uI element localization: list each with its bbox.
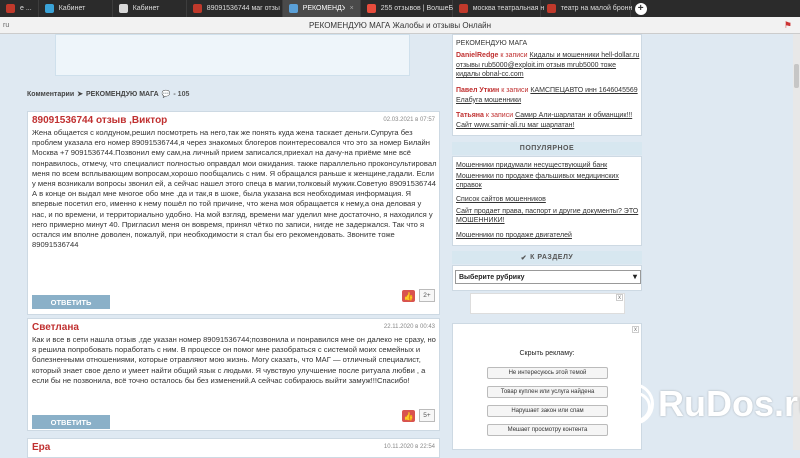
tab-favicon bbox=[458, 4, 468, 13]
recent-comments-box: РЕКОМЕНДУЮ МАГА DanielRedge к записи Кид… bbox=[452, 34, 642, 136]
comment-date: 02.03.2021 в 07:57 bbox=[383, 117, 435, 123]
tab-3[interactable]: 89091536744 маг отзы bbox=[187, 0, 283, 17]
section-header: ✔ К РАЗДЕЛУ bbox=[452, 251, 642, 264]
recent-comment-item: Татьяна к записи Самир Али-шарлатан и об… bbox=[456, 111, 640, 130]
comments-bubble-icon: 💬 bbox=[161, 91, 171, 98]
page-title: РЕКОМЕНДУЮ МАГА Жалобы и отзывы Онлайн bbox=[308, 20, 492, 30]
comment-card: Светлана 22.11.2020 в 00:43 Как и все в … bbox=[27, 318, 440, 431]
close-icon[interactable]: x bbox=[616, 294, 623, 301]
popular-header: ПОПУЛЯРНОЕ bbox=[452, 142, 642, 155]
tab-1[interactable]: Кабинет bbox=[39, 0, 113, 17]
location-pin-icon: ✔ bbox=[520, 254, 528, 262]
tab-6[interactable]: москва театральная н bbox=[453, 0, 544, 17]
tab-label: Кабинет bbox=[58, 5, 86, 12]
chevron-down-icon: ▾ bbox=[632, 272, 637, 281]
like-count: 5+ bbox=[419, 409, 435, 422]
tab-label: 255 отзывов | ВолшеБ bbox=[380, 5, 454, 12]
tab-5[interactable]: 255 отзывов | ВолшеБ bbox=[361, 0, 453, 17]
recent-sep: к записи bbox=[500, 52, 528, 59]
browser-tab-bar: е ... Кабинет Кабинет 89091536744 маг от… bbox=[0, 0, 800, 17]
comment-count: - 105 bbox=[173, 90, 190, 98]
tab-favicon bbox=[192, 4, 202, 13]
recent-sep: к записи bbox=[485, 112, 514, 119]
address-bar: ru РЕКОМЕНДУЮ МАГА Жалобы и отзывы Онлай… bbox=[0, 17, 800, 34]
comment-text: Жена общается с колдуном,решил посмотрет… bbox=[32, 128, 437, 250]
section-header-label: К РАЗДЕЛУ bbox=[530, 254, 574, 261]
comment-author: Ера bbox=[32, 442, 51, 453]
tab-label: театр на малой бронн bbox=[560, 5, 633, 12]
comment-card: Ера 10.11.2020 в 22:54 bbox=[27, 438, 440, 458]
hide-ad-option[interactable]: Нарушает закон или спам bbox=[487, 405, 608, 417]
thumbs-up-icon[interactable]: 👍 bbox=[402, 290, 415, 302]
recent-user[interactable]: Павел Уткин bbox=[456, 87, 499, 94]
reply-button[interactable]: ОТВЕТИТЬ bbox=[32, 295, 110, 309]
tab-favicon bbox=[366, 4, 376, 13]
tab-label: москва театральная н bbox=[472, 5, 545, 12]
popular-link[interactable]: Мошенники придумали несуществующий банк bbox=[456, 161, 640, 170]
close-tab-icon[interactable]: × bbox=[350, 5, 354, 12]
tab-7[interactable]: театр на малой бронн bbox=[541, 0, 633, 17]
close-icon[interactable]: x bbox=[632, 326, 639, 333]
tab-label: 89091536744 маг отзы bbox=[206, 5, 280, 12]
popular-link[interactable]: Сайт продает права, паспорт и другие док… bbox=[456, 207, 640, 225]
tab-0[interactable]: е ... bbox=[0, 0, 39, 17]
recent-comment-item: Павел Уткин к записи КАМСПЕЦАВТО инн 164… bbox=[456, 86, 640, 105]
section-box: Выберите рубрику ▾ bbox=[452, 265, 642, 291]
tab-4-active[interactable]: РЕКОМЕНДУЮ МАГ × bbox=[282, 0, 361, 17]
tab-label: РЕКОМЕНДУЮ МАГ bbox=[302, 5, 345, 12]
recent-comment-item: DanielRedge к записи Кидалы и мошенники … bbox=[456, 51, 640, 80]
recent-user[interactable]: DanielRedge bbox=[456, 52, 498, 59]
recent-sep: к записи bbox=[501, 87, 529, 94]
comment-date: 22.11.2020 в 00:43 bbox=[383, 324, 435, 330]
new-tab-button[interactable]: + bbox=[634, 2, 647, 15]
tab-2[interactable]: Кабинет bbox=[113, 0, 187, 17]
domain-label[interactable]: ru bbox=[3, 22, 9, 29]
tab-favicon bbox=[546, 4, 556, 13]
small-ad-slot: x bbox=[470, 293, 625, 314]
tab-favicon bbox=[118, 4, 128, 13]
tab-label: е ... bbox=[20, 5, 32, 12]
hide-ad-title: Скрыть рекламу: bbox=[519, 350, 575, 357]
popular-link[interactable]: Мошенники по продаже фальшивых медицинск… bbox=[456, 172, 640, 190]
comment-author: 89091536744 отзыв ,Виктор bbox=[32, 115, 168, 126]
popular-link[interactable]: Мошенники по продаже двигателей bbox=[456, 231, 640, 240]
tab-favicon bbox=[44, 4, 54, 13]
category-select-value: Выберите рубрику bbox=[459, 273, 525, 281]
breadcrumb-label[interactable]: Комментарии bbox=[27, 91, 74, 98]
comment-date: 10.11.2020 в 22:54 bbox=[383, 444, 435, 450]
top-ad-banner bbox=[55, 34, 410, 76]
tab-label: Кабинет bbox=[132, 5, 160, 12]
like-count: 2+ bbox=[419, 289, 435, 302]
reply-button[interactable]: ОТВЕТИТЬ bbox=[32, 415, 110, 429]
breadcrumb: Комментарии ➤ РЕКОМЕНДУЮ МАГА 💬 - 105 bbox=[27, 90, 190, 99]
breadcrumb-page[interactable]: РЕКОМЕНДУЮ МАГА bbox=[86, 91, 159, 98]
watermark-logo-icon bbox=[612, 383, 654, 425]
bookmark-icon[interactable]: ⚑ bbox=[784, 20, 792, 31]
comment-author: Светлана bbox=[32, 322, 79, 333]
comment-card: 89091536744 отзыв ,Виктор 02.03.2021 в 0… bbox=[27, 111, 440, 315]
comment-text: Как и все в сети нашла отзыв ,где указан… bbox=[32, 335, 436, 385]
tab-favicon bbox=[288, 4, 298, 13]
popular-box: Мошенники придумали несуществующий банк … bbox=[452, 156, 642, 246]
popular-link[interactable]: Список сайтов мошенников bbox=[456, 195, 640, 204]
recent-user[interactable]: Татьяна bbox=[456, 112, 484, 119]
watermark-text: RuDos.ru bbox=[658, 383, 800, 424]
hide-ad-option[interactable]: Не интересуюсь этой темой bbox=[487, 367, 608, 379]
breadcrumb-arrow-icon: ➤ bbox=[77, 91, 84, 98]
tab-favicon bbox=[6, 4, 15, 13]
scrollbar-thumb[interactable] bbox=[794, 64, 799, 88]
hide-ad-option[interactable]: Товар куплен или услуга найдена bbox=[487, 386, 608, 398]
recent-section-label[interactable]: РЕКОМЕНДУЮ МАГА bbox=[456, 40, 527, 47]
hide-ad-option[interactable]: Мешает просмотру контента bbox=[487, 424, 608, 436]
watermark: RuDos.ru bbox=[612, 383, 800, 425]
category-select[interactable]: Выберите рубрику ▾ bbox=[455, 270, 641, 284]
thumbs-up-icon[interactable]: 👍 bbox=[402, 410, 415, 422]
